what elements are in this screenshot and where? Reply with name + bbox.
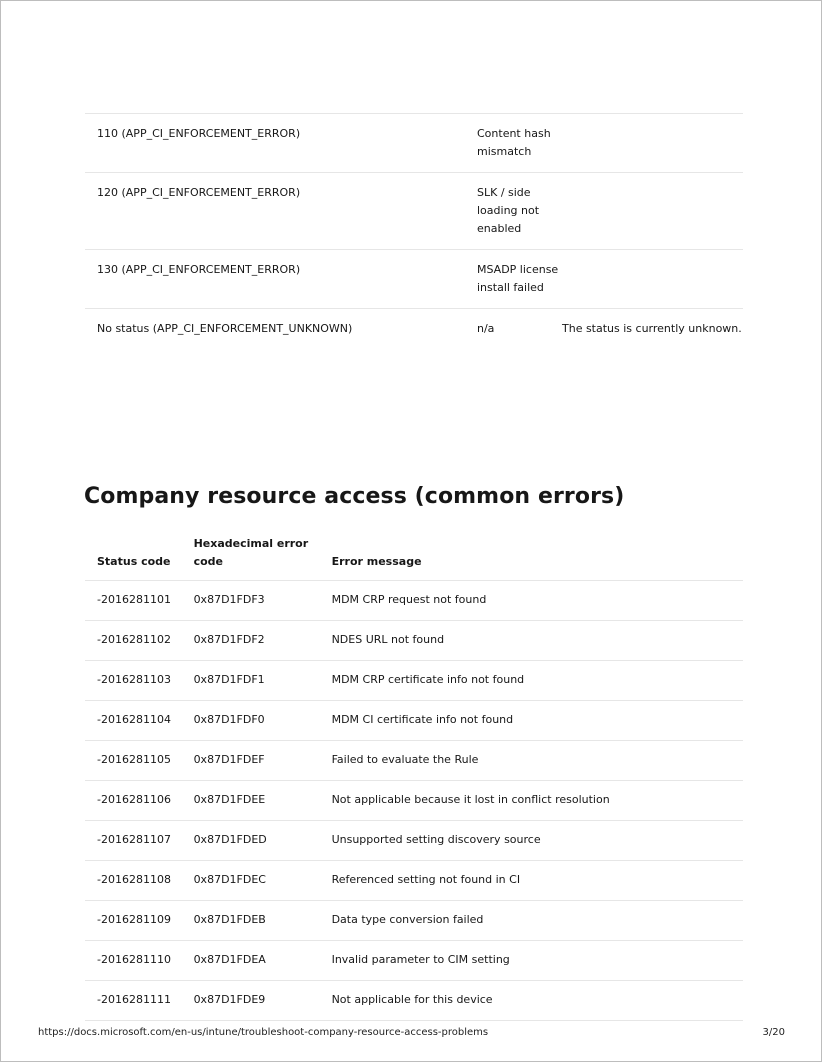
hex-code-cell: 0x87D1FDEE xyxy=(193,793,266,806)
footer-url[interactable]: https://docs.microsoft.com/en-us/intune/… xyxy=(38,1027,488,1039)
hex-code-cell: 0x87D1FDF3 xyxy=(193,593,265,606)
meaning-cell: SLK / side loading not enabled xyxy=(477,186,540,235)
details-cell xyxy=(562,250,743,309)
page-footer: https://docs.microsoft.com/en-us/intune/… xyxy=(38,1027,785,1039)
table-row: -2016281107 0x87D1FDED Unsupported setti… xyxy=(85,820,743,861)
status-code-cell: -2016281103 xyxy=(97,673,171,686)
hex-code-cell: 0x87D1FDED xyxy=(193,833,267,846)
table-row: -2016281101 0x87D1FDF3 MDM CRP request n… xyxy=(85,580,743,621)
error-message-header: Error message xyxy=(331,555,422,568)
company-resource-errors-table: Status code Hexadecimal error code Error… xyxy=(85,533,743,1021)
status-code-cell: -2016281102 xyxy=(97,633,171,646)
table-row: 120 (APP_CI_ENFORCEMENT_ERROR) SLK / sid… xyxy=(85,172,743,250)
status-code-cell: -2016281110 xyxy=(97,953,171,966)
status-code-cell: -2016281101 xyxy=(97,593,171,606)
status-code-cell: -2016281108 xyxy=(97,873,171,886)
table-row: -2016281105 0x87D1FDEF Failed to evaluat… xyxy=(85,740,743,781)
meaning-cell: MSADP license install failed xyxy=(477,263,559,294)
hex-code-cell: 0x87D1FDE9 xyxy=(193,993,266,1006)
error-message-cell: Not applicable because it lost in confli… xyxy=(331,793,610,806)
page-number: 3/20 xyxy=(762,1027,785,1038)
table-row: No status (APP_CI_ENFORCEMENT_UNKNOWN) n… xyxy=(85,308,743,350)
table-row: 130 (APP_CI_ENFORCEMENT_ERROR) MSADP lic… xyxy=(85,249,743,309)
error-message-cell: MDM CRP certificate info not found xyxy=(331,673,525,686)
status-cell: 120 (APP_CI_ENFORCEMENT_ERROR) xyxy=(97,186,301,199)
error-message-cell: MDM CI certificate info not found xyxy=(331,713,514,726)
table-row: -2016281108 0x87D1FDEC Referenced settin… xyxy=(85,860,743,901)
error-message-cell: Invalid parameter to CIM setting xyxy=(331,953,510,966)
table-header-row: Status code Hexadecimal error code Error… xyxy=(85,533,743,581)
error-message-cell: Failed to evaluate the Rule xyxy=(331,753,479,766)
status-cell: 110 (APP_CI_ENFORCEMENT_ERROR) xyxy=(97,127,301,140)
status-cell: No status (APP_CI_ENFORCEMENT_UNKNOWN) xyxy=(97,322,353,335)
meaning-cell: Content hash mismatch xyxy=(477,127,551,158)
hex-code-header: Hexadecimal error code xyxy=(193,537,309,568)
status-code-header: Status code xyxy=(97,555,171,568)
document-page: 110 (APP_CI_ENFORCEMENT_ERROR) Content h… xyxy=(0,0,822,1062)
details-cell xyxy=(562,173,743,250)
status-code-cell: -2016281109 xyxy=(97,913,171,926)
error-message-cell: Unsupported setting discovery source xyxy=(331,833,541,846)
status-code-cell: -2016281106 xyxy=(97,793,171,806)
table-row: -2016281104 0x87D1FDF0 MDM CI certificat… xyxy=(85,700,743,741)
hex-code-cell: 0x87D1FDEF xyxy=(193,753,265,766)
section-heading: Company resource access (common errors) xyxy=(84,484,625,509)
table-row: -2016281102 0x87D1FDF2 NDES URL not foun… xyxy=(85,620,743,661)
enforcement-status-table: 110 (APP_CI_ENFORCEMENT_ERROR) Content h… xyxy=(85,113,743,349)
error-message-cell: NDES URL not found xyxy=(331,633,445,646)
hex-code-cell: 0x87D1FDF2 xyxy=(193,633,265,646)
error-message-cell: Not applicable for this device xyxy=(331,993,493,1006)
error-message-cell: Data type conversion failed xyxy=(331,913,484,926)
table-row: -2016281103 0x87D1FDF1 MDM CRP certifica… xyxy=(85,660,743,701)
status-code-cell: -2016281104 xyxy=(97,713,171,726)
hex-code-cell: 0x87D1FDEC xyxy=(193,873,266,886)
details-cell: The status is currently unknown. xyxy=(562,322,742,335)
meaning-cell: n/a xyxy=(477,322,495,335)
hex-code-cell: 0x87D1FDF0 xyxy=(193,713,265,726)
error-message-cell: Referenced setting not found in CI xyxy=(331,873,521,886)
table-row: 110 (APP_CI_ENFORCEMENT_ERROR) Content h… xyxy=(85,113,743,173)
details-cell xyxy=(562,114,743,173)
hex-code-cell: 0x87D1FDF1 xyxy=(193,673,265,686)
status-cell: 130 (APP_CI_ENFORCEMENT_ERROR) xyxy=(97,263,301,276)
table-row: -2016281110 0x87D1FDEA Invalid parameter… xyxy=(85,940,743,981)
table-row: -2016281111 0x87D1FDE9 Not applicable fo… xyxy=(85,980,743,1021)
error-message-cell: MDM CRP request not found xyxy=(331,593,487,606)
table-row: -2016281109 0x87D1FDEB Data type convers… xyxy=(85,900,743,941)
status-code-cell: -2016281107 xyxy=(97,833,171,846)
hex-code-cell: 0x87D1FDEB xyxy=(193,913,266,926)
status-code-cell: -2016281111 xyxy=(97,993,171,1006)
hex-code-cell: 0x87D1FDEA xyxy=(193,953,266,966)
table-row: -2016281106 0x87D1FDEE Not applicable be… xyxy=(85,780,743,821)
status-code-cell: -2016281105 xyxy=(97,753,171,766)
